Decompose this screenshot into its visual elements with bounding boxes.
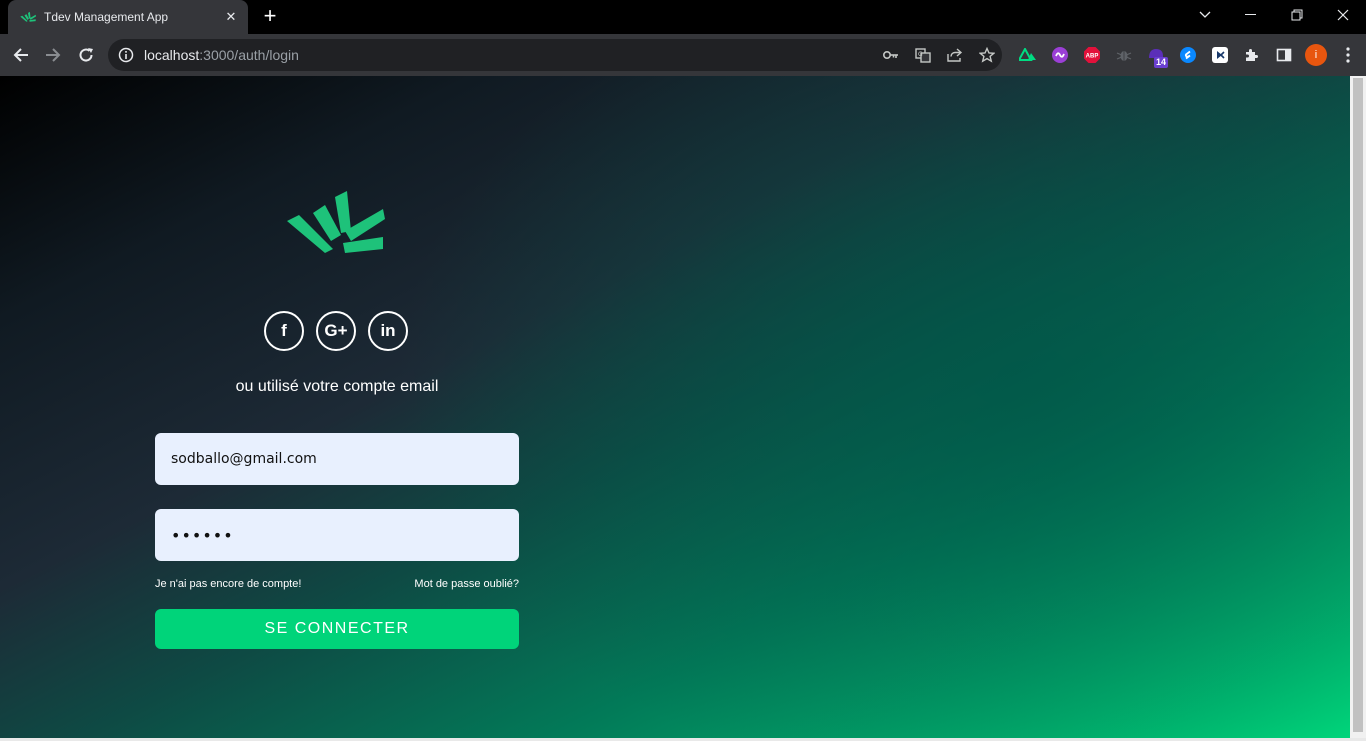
tab-counter-extension-icon[interactable]: 14 — [1140, 39, 1172, 71]
password-field[interactable] — [155, 509, 519, 561]
adblock-plus-icon[interactable]: ABP — [1076, 39, 1108, 71]
scrollbar-thumb[interactable] — [1353, 78, 1363, 732]
key-icon[interactable] — [882, 46, 900, 64]
tab-search-icon[interactable] — [1182, 0, 1228, 30]
svg-text:G: G — [918, 51, 923, 58]
login-page: f G+ in ou utilisé votre compte email Je… — [0, 76, 1350, 738]
tab-close-icon[interactable]: ✕ — [222, 8, 240, 26]
profile-avatar[interactable]: i — [1300, 39, 1332, 71]
page-scrollbar[interactable] — [1350, 76, 1366, 738]
bookmark-star-icon[interactable] — [978, 46, 996, 64]
browser-menu-icon[interactable] — [1332, 39, 1364, 71]
close-window-icon[interactable] — [1320, 0, 1366, 30]
svg-text:ABP: ABP — [1086, 54, 1099, 60]
site-info-icon[interactable] — [118, 47, 134, 63]
facebook-login-button[interactable]: f — [264, 311, 304, 351]
minimize-icon[interactable] — [1228, 0, 1274, 30]
email-field[interactable] — [155, 433, 519, 485]
browser-tab[interactable]: Tdev Management App ✕ — [8, 0, 248, 34]
browser-toolbar: localhost:3000/auth/login G ABP 14 i — [0, 34, 1366, 76]
purple-extension-icon[interactable] — [1044, 39, 1076, 71]
login-submit-button[interactable]: SE CONNECTER — [155, 609, 519, 649]
email-login-hint: ou utilisé votre compte email — [235, 378, 439, 395]
code-extension-icon[interactable] — [1204, 39, 1236, 71]
extension-badge: 14 — [1153, 57, 1168, 68]
google-login-button[interactable]: G+ — [316, 311, 356, 351]
back-icon[interactable] — [6, 40, 36, 70]
auth-links: Je n'ai pas encore de compte! Mot de pas… — [155, 578, 519, 590]
register-link[interactable]: Je n'ai pas encore de compte! — [155, 578, 301, 590]
social-login-buttons: f G+ in — [264, 311, 408, 351]
translate-icon[interactable]: G — [914, 46, 932, 64]
linkedin-login-button[interactable]: in — [368, 311, 408, 351]
bug-extension-icon[interactable] — [1108, 39, 1140, 71]
url-text: localhost:3000/auth/login — [144, 47, 299, 63]
new-tab-button[interactable]: + — [258, 5, 282, 28]
forward-icon[interactable] — [38, 40, 68, 70]
reload-icon[interactable] — [71, 40, 101, 70]
tab-title: Tdev Management App — [44, 10, 169, 24]
extensions-puzzle-icon[interactable] — [1236, 39, 1268, 71]
side-panel-icon[interactable] — [1268, 39, 1300, 71]
forgot-password-link[interactable]: Mot de passe oublié? — [414, 578, 519, 590]
url-path: :3000/auth/login — [199, 47, 299, 63]
url-host: localhost — [144, 47, 200, 63]
browser-title-bar: Tdev Management App ✕ + — [0, 0, 1366, 34]
profile-initial: i — [1305, 44, 1327, 66]
app-logo-icon — [20, 9, 36, 25]
share-icon[interactable] — [946, 46, 964, 64]
app-logo — [287, 191, 385, 253]
nuxt-devtools-extension-icon[interactable] — [1012, 39, 1044, 71]
shazam-extension-icon[interactable] — [1172, 39, 1204, 71]
address-bar[interactable]: localhost:3000/auth/login G — [108, 39, 1002, 71]
restore-icon[interactable] — [1274, 0, 1320, 30]
